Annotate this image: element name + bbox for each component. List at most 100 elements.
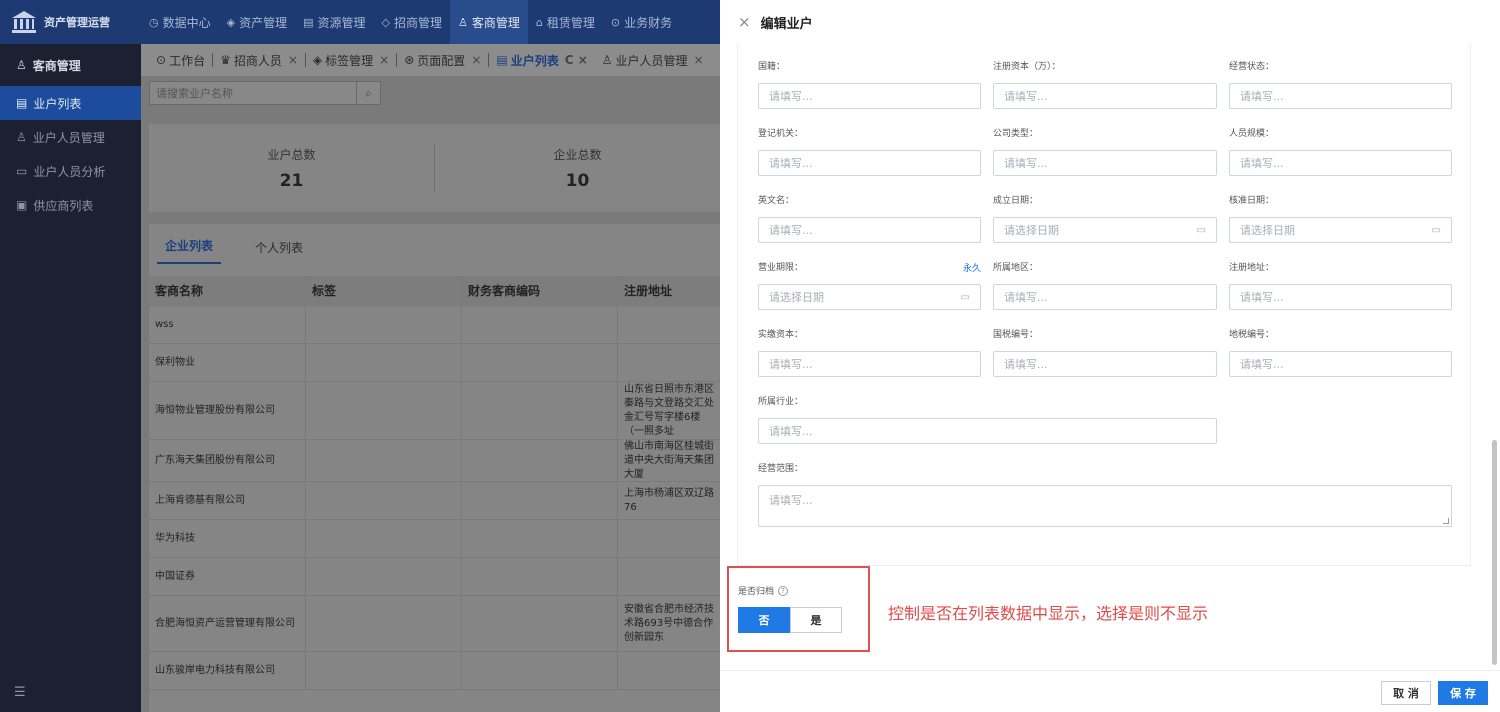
field-operating-status: 经营状态： 请填写... <box>1229 60 1452 109</box>
close-icon[interactable]: × <box>288 53 298 67</box>
field-business-term: 营业期限： 永久 请选择日期 ▭ <box>758 261 981 310</box>
business-term-picker[interactable]: 请选择日期 ▭ <box>758 284 981 310</box>
table-row[interactable]: 上海肯德基有限公司 上海市杨浦区双辽路76 <box>149 482 720 520</box>
list-icon: ▤ <box>496 53 508 67</box>
table-row[interactable]: wss <box>149 306 720 344</box>
sidebar-item-tenant-staff[interactable]: ♙ 业户人员管理 <box>0 120 141 154</box>
close-icon[interactable]: × <box>471 53 481 67</box>
resize-handle-icon[interactable] <box>1443 518 1449 524</box>
drawer-footer: 取 消 保 存 <box>720 670 1500 712</box>
tab-company-list[interactable]: 企业列表 <box>157 237 222 264</box>
established-date-picker[interactable]: 请选择日期 ▭ <box>993 217 1217 243</box>
drawer-header: × 编辑业户 <box>720 0 1500 44</box>
app-title: 资产管理运营 <box>44 16 110 29</box>
cancel-button[interactable]: 取 消 <box>1381 681 1431 705</box>
operating-status-input[interactable]: 请填写... <box>1229 83 1452 109</box>
field-established-date: 成立日期： 请选择日期 ▭ <box>993 194 1217 243</box>
tab-workbench[interactable]: ⊙ 工作台 <box>149 52 212 69</box>
stat-company-total: 企业总数 10 <box>553 147 602 191</box>
company-type-input[interactable]: 请填写... <box>993 150 1217 176</box>
english-name-input[interactable]: 请填写... <box>758 217 981 243</box>
user-icon: ♙ <box>458 15 468 29</box>
page-tabs: ⊙ 工作台 ♛ 招商人员 × ◈ 标签管理 × ⊛ 页面配置 × ▤ 业户列表 C × ♙ 业户人员… <box>141 44 720 76</box>
diamond-icon: ◇ <box>381 15 390 29</box>
topnav-lease-mgmt[interactable]: ⌂ 租赁管理 <box>528 0 603 44</box>
close-icon[interactable]: × <box>694 53 704 67</box>
annotation-note: 控制是否在列表数据中显示，选择是则不显示 <box>888 604 1209 623</box>
close-icon[interactable]: × <box>738 13 751 31</box>
local-tax-no-input[interactable]: 请填写... <box>1229 351 1452 377</box>
field-staff-size: 人员规模： 请填写... <box>1229 127 1452 176</box>
table-row[interactable]: 海恒物业管理股份有限公司 山东省日照市东港区秦路与文登路交汇处金汇号写字楼6楼（一… <box>149 382 720 440</box>
business-scope-textarea[interactable]: 请填写... <box>758 485 1452 527</box>
search-icon[interactable]: ⌕ <box>357 81 381 105</box>
search-row: 请搜索业户名称 ⌕ <box>141 76 720 110</box>
calendar-icon: ▭ <box>1196 224 1206 236</box>
topnav-business-finance[interactable]: ⊙ 业务财务 <box>603 0 680 44</box>
field-nationality: 国籍： 请填写... <box>758 60 981 109</box>
list-icon: ▤ <box>16 96 28 110</box>
approval-date-picker[interactable]: 请选择日期 ▭ <box>1229 217 1452 243</box>
field-business-scope: 经营范围： 请填写... <box>758 462 1452 527</box>
tab-recruiters[interactable]: ♛ 招商人员 × <box>213 52 305 69</box>
industry-input[interactable]: 请填写... <box>758 418 1217 444</box>
col-tag-header[interactable]: 标签 <box>306 276 462 305</box>
tab-person-list[interactable]: 个人列表 <box>255 239 303 262</box>
collapse-menu-icon[interactable]: ☰ <box>14 685 26 700</box>
tab-tenant-staff[interactable]: ♙ 业户人员管理 × <box>595 52 711 69</box>
nationality-input[interactable]: 请填写... <box>758 83 981 109</box>
tab-tenant-list[interactable]: ▤ 业户列表 C × <box>489 52 594 69</box>
close-icon[interactable]: × <box>379 53 389 67</box>
topnav-data-center[interactable]: ◷ 数据中心 <box>141 0 219 44</box>
region-input[interactable]: 请填写... <box>993 284 1217 310</box>
paid-capital-input[interactable]: 请填写... <box>758 351 981 377</box>
field-registered-capital: 注册资本（万）： 请填写... <box>993 60 1217 109</box>
permanent-link[interactable]: 永久 <box>963 261 981 274</box>
save-button[interactable]: 保 存 <box>1438 681 1488 705</box>
monitor-icon: ▭ <box>16 164 28 178</box>
tab-tag-mgmt[interactable]: ◈ 标签管理 × <box>306 52 396 69</box>
table-row[interactable]: 广东海天集团股份有限公司 佛山市南海区桂城街道中央大街海天集团大厦 <box>149 440 720 482</box>
clock-icon: ⊙ <box>156 53 167 67</box>
tab-page-config[interactable]: ⊛ 页面配置 × <box>397 52 488 69</box>
table-row[interactable]: 山东骏岸电力科技有限公司 <box>149 652 720 690</box>
sidebar-item-tenant-list[interactable]: ▤ 业户列表 <box>0 86 141 120</box>
registered-capital-input[interactable]: 请填写... <box>993 83 1217 109</box>
calendar-icon: ▭ <box>960 291 970 303</box>
field-paid-capital: 实缴资本： 请填写... <box>758 328 981 377</box>
field-company-type: 公司类型： 请填写... <box>993 127 1217 176</box>
app-logo[interactable]: 资产管理运营 <box>0 0 141 44</box>
cube-icon: ◈ <box>226 15 236 29</box>
sidebar-item-supplier-list[interactable]: ▣ 供应商列表 <box>0 188 141 222</box>
table-row[interactable]: 合肥海恒资产运营管理有限公司 安徽省合肥市经济技术路693号中德合作创新园东 <box>149 596 720 652</box>
topnav-investment-mgmt[interactable]: ◇ 招商管理 <box>374 0 450 44</box>
national-tax-no-input[interactable]: 请填写... <box>993 351 1217 377</box>
calendar-icon: ▭ <box>1431 224 1441 236</box>
tenant-table: 客商名称 标签 财务客商编码 注册地址 wss 保利物业 海恒物业管理股份有限公… <box>149 276 720 690</box>
field-approval-date: 核准日期： 请选择日期 ▭ <box>1229 194 1452 243</box>
form-card: 国籍： 请填写... 注册资本（万）： 请填写... 经营状态： 请填写... 登记机… <box>737 44 1471 566</box>
topnav-resource-mgmt[interactable]: ▤ 资源管理 <box>295 0 373 44</box>
user-icon: ♙ <box>16 130 27 144</box>
col-address-header[interactable]: 注册地址 <box>618 276 720 305</box>
table-row[interactable]: 中国证券 <box>149 558 720 596</box>
field-english-name: 英文名： 请填写... <box>758 194 981 243</box>
table-row[interactable]: 华为科技 <box>149 520 720 558</box>
field-industry: 所属行业： 请填写... <box>758 395 1217 444</box>
topnav-merchant-mgmt[interactable]: ♙ 客商管理 <box>450 0 528 44</box>
table-row[interactable]: 保利物业 <box>149 344 720 382</box>
field-region: 所属地区： 请填写... <box>993 261 1217 310</box>
refresh-close-icon[interactable]: C × <box>565 53 588 67</box>
col-name-header[interactable]: 客商名称 <box>149 276 306 305</box>
table-header: 客商名称 标签 财务客商编码 注册地址 <box>149 276 720 306</box>
search-input[interactable]: 请搜索业户名称 <box>149 81 357 105</box>
registration-authority-input[interactable]: 请填写... <box>758 150 981 176</box>
sidebar-item-staff-analysis[interactable]: ▭ 业户人员分析 <box>0 154 141 188</box>
main-content: ⊙ 工作台 ♛ 招商人员 × ◈ 标签管理 × ⊛ 页面配置 × ▤ 业户列表 C × ♙ 业户人员… <box>141 44 720 712</box>
topnav-asset-mgmt[interactable]: ◈ 资产管理 <box>219 0 295 44</box>
registered-address-input[interactable]: 请填写... <box>1229 284 1452 310</box>
staff-size-input[interactable]: 请填写... <box>1229 150 1452 176</box>
top-nav-bar: 资产管理运营 ◷ 数据中心 ◈ 资产管理 ▤ 资源管理 ◇ 招商管理 ♙ 客商管理 ⌂ 租赁… <box>0 0 720 44</box>
drawer-scrollbar[interactable] <box>1492 440 1497 665</box>
col-code-header[interactable]: 财务客商编码 <box>462 276 618 305</box>
